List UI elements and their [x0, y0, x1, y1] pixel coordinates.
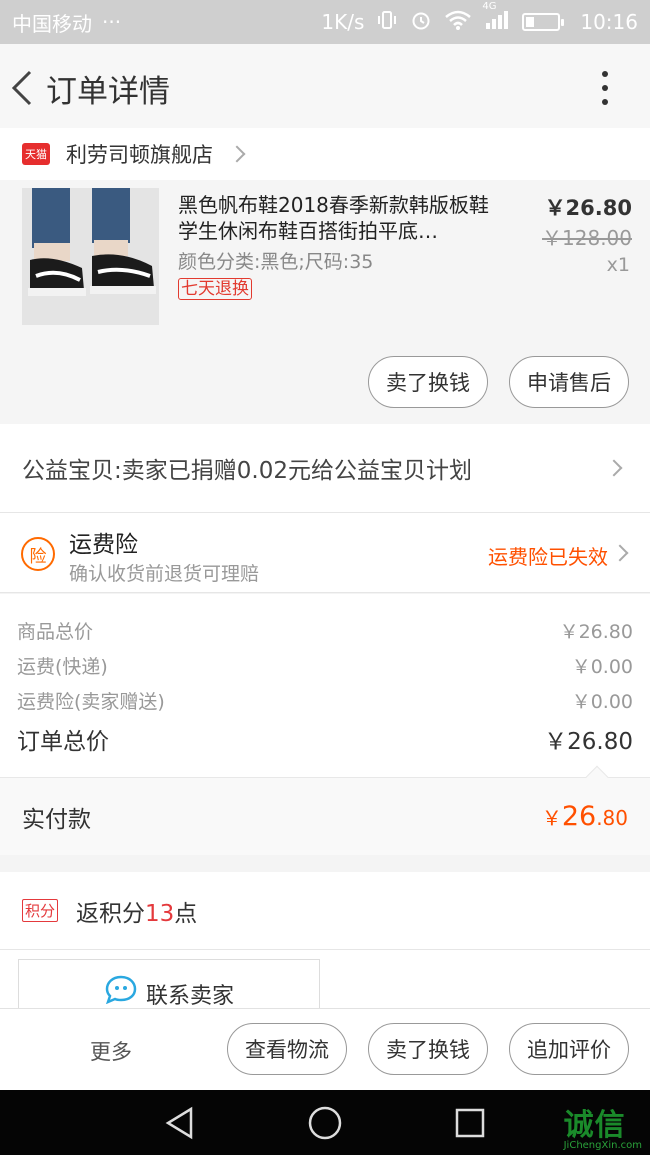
chevron-right-icon	[228, 145, 246, 163]
return-policy-badge: 七天退换	[178, 278, 252, 300]
alarm-icon	[410, 9, 432, 36]
paid-integer: 26	[561, 801, 597, 832]
points-badge: 积分	[22, 899, 59, 922]
summary-row: 商品总价 ￥26.80	[17, 613, 633, 648]
price-summary: 商品总价 ￥26.80 运费(快递) ￥0.00 运费险(卖家赠送) ￥0.00…	[0, 594, 650, 777]
points-count: 13	[145, 900, 175, 927]
battery-icon	[522, 13, 565, 31]
summary-label: 运费险(卖家赠送)	[17, 691, 165, 713]
view-logistics-button[interactable]: 查看物流	[227, 1023, 347, 1075]
paid-currency: ￥	[541, 806, 562, 830]
network-speed: 1K/s	[321, 10, 365, 34]
nav-back-icon[interactable]	[163, 1106, 197, 1140]
product-item[interactable]: 黑色帆布鞋2018春季新款韩版板鞋学生休闲布鞋百搭街拍平底… 颜色分类:黑色;尺…	[0, 180, 650, 424]
points-text: 返积分13点	[76, 894, 197, 928]
add-review-button[interactable]: 追加评价	[509, 1023, 629, 1075]
watermark: 诚信 JiChengXin.com	[564, 1100, 642, 1151]
paid-amount: ￥26.80	[542, 801, 628, 832]
product-quantity: x1	[606, 254, 630, 276]
points-row: 积分 返积分13点	[0, 872, 650, 950]
shop-name: 利劳司顿旗舰店	[66, 143, 213, 167]
paid-label: 实付款	[22, 806, 91, 833]
signal-icon: 4G	[482, 1, 510, 36]
chevron-left-icon	[11, 70, 32, 106]
vibrate-icon	[376, 9, 398, 36]
more-options-button[interactable]	[580, 44, 630, 132]
more-button[interactable]: 更多	[90, 1036, 132, 1066]
chevron-right-icon	[605, 459, 623, 477]
product-original-price: ￥128.00	[542, 226, 632, 250]
order-total-row: 订单总价 ￥26.80	[17, 718, 633, 760]
order-total-label: 订单总价	[17, 729, 109, 755]
shipping-insurance-row[interactable]: 险 运费险 确认收货前退货可理赔 运费险已失效	[0, 513, 650, 593]
summary-row: 运费(快递) ￥0.00	[17, 648, 633, 683]
watermark-text: 诚信	[563, 1108, 626, 1143]
nav-recents-icon[interactable]	[454, 1107, 486, 1139]
points-prefix: 返积分	[76, 900, 146, 927]
points-suffix: 点	[174, 900, 198, 927]
watermark-url: JiChengXin.com	[563, 1140, 642, 1151]
insurance-subtitle: 确认收货前退货可理赔	[69, 563, 260, 585]
product-price: ￥26.80	[544, 196, 632, 220]
summary-row: 运费险(卖家赠送) ￥0.00	[17, 683, 633, 718]
summary-value: ￥0.00	[571, 691, 633, 713]
charity-row[interactable]: 公益宝贝:卖家已捐赠0.02元给公益宝贝计划	[0, 424, 650, 513]
tmall-badge: 天猫	[22, 143, 50, 165]
resell-button-bottom[interactable]: 卖了换钱	[368, 1023, 488, 1075]
product-title: 黑色帆布鞋2018春季新款韩版板鞋学生休闲布鞋百搭街拍平底…	[178, 193, 489, 243]
summary-label: 商品总价	[17, 621, 94, 643]
page-title: 订单详情	[46, 73, 170, 110]
order-total-value: ￥26.80	[544, 729, 633, 755]
chat-bubble-icon	[105, 975, 137, 1004]
bottom-action-bar: 更多 查看物流 卖了换钱 追加评价	[0, 1008, 650, 1090]
shop-row[interactable]: 天猫 利劳司顿旗舰店	[0, 128, 650, 180]
summary-label: 运费(快递)	[17, 656, 108, 678]
more-vertical-icon	[602, 71, 608, 77]
back-button[interactable]	[2, 44, 42, 132]
status-bar: 中国移动 ··· 1K/s 4G 10:16	[0, 0, 650, 44]
paid-decimal: .80	[596, 806, 628, 830]
summary-value: ￥0.00	[571, 656, 633, 678]
network-type: 4G	[482, 0, 497, 12]
resell-button[interactable]: 卖了换钱	[368, 356, 488, 408]
after-sales-button[interactable]: 申请售后	[509, 356, 629, 408]
product-thumbnail[interactable]	[22, 188, 159, 325]
clock: 10:16	[580, 10, 638, 34]
charity-text: 公益宝贝:卖家已捐赠0.02元给公益宝贝计划	[22, 458, 472, 484]
app-header: 订单详情	[0, 44, 650, 132]
insurance-icon: 险	[21, 537, 55, 571]
summary-value: ￥26.80	[559, 621, 633, 643]
nav-home-icon[interactable]	[307, 1105, 343, 1141]
paid-row: 实付款 ￥26.80	[0, 765, 650, 855]
wifi-icon	[444, 9, 472, 36]
system-nav-bar: 诚信 JiChengXin.com	[0, 1090, 650, 1155]
insurance-title: 运费险	[69, 532, 138, 558]
carrier-label: 中国移动	[12, 11, 92, 36]
notification-dots: ···	[102, 10, 122, 34]
insurance-status: 运费险已失效	[488, 545, 608, 569]
contact-section: 联系卖家	[0, 950, 650, 1019]
chevron-right-icon	[611, 544, 629, 562]
product-sku: 颜色分类:黑色;尺码:35	[178, 251, 374, 273]
